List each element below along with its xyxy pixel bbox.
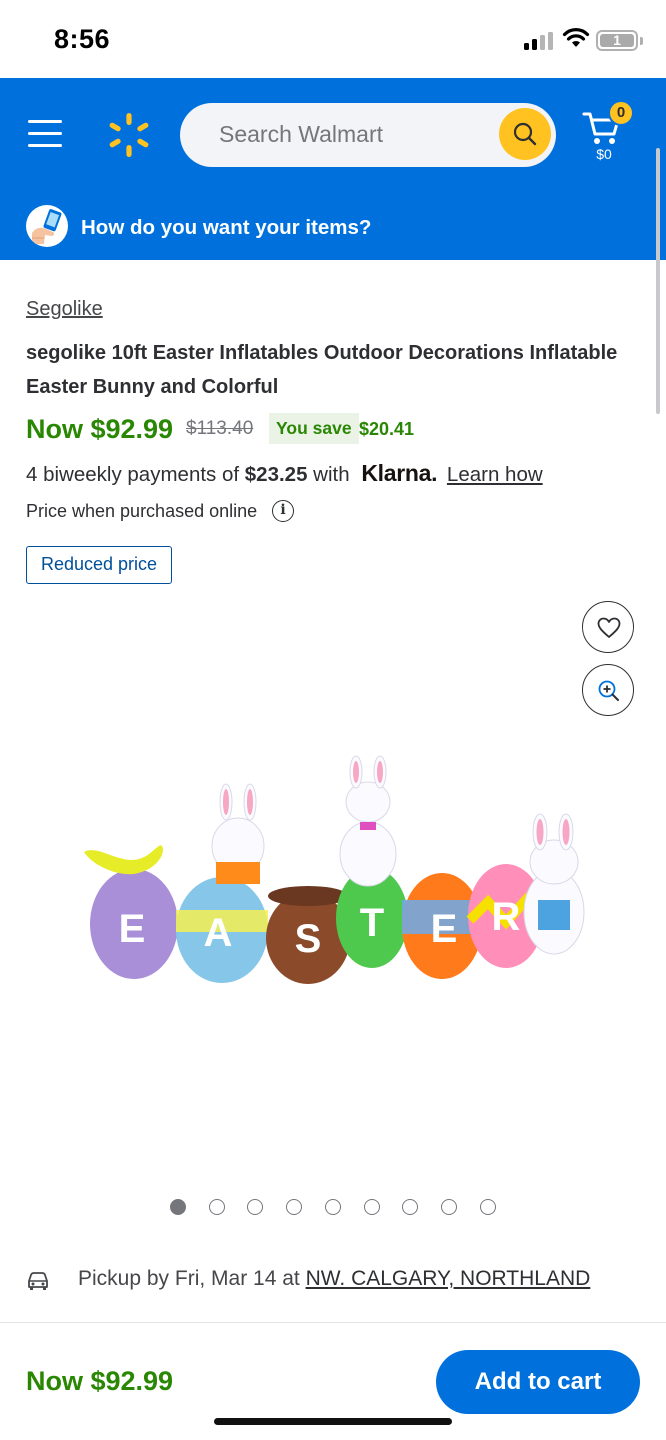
delivery-prompt: How do you want your items? — [81, 216, 372, 239]
battery-level: 1 — [613, 32, 621, 48]
cart-total: $0 — [596, 146, 612, 162]
carousel-dot[interactable] — [440, 1199, 457, 1215]
carousel-dot[interactable] — [402, 1199, 419, 1215]
footer-price: Now $92.99 — [26, 1366, 174, 1396]
klarna-logo: Klarna. — [361, 460, 438, 486]
wifi-icon — [562, 28, 590, 47]
klarna-payments: 4 biweekly payments of $23.25 with Klarn… — [26, 460, 543, 487]
favorite-button[interactable] — [582, 601, 634, 653]
carousel-dot[interactable] — [324, 1199, 341, 1215]
search-button[interactable] — [499, 108, 551, 160]
walmart-spark-logo[interactable] — [106, 112, 152, 158]
add-to-cart-button[interactable]: Add to cart — [436, 1350, 640, 1414]
carousel-dot[interactable] — [363, 1199, 380, 1215]
image-letter: E — [119, 907, 146, 951]
header: Search Walmart 0 $0 How do you want your… — [0, 78, 666, 260]
car-icon — [28, 1272, 48, 1290]
klarna-amount: $23.25 — [244, 463, 308, 486]
product-image[interactable]: E A S T E R — [76, 750, 586, 990]
battery-tip — [640, 37, 643, 45]
delivery-hand-icon — [26, 205, 68, 247]
info-icon[interactable]: i — [272, 500, 294, 522]
search-input[interactable]: Search Walmart — [180, 103, 556, 167]
image-letter: T — [360, 901, 384, 945]
was-price: $113.40 — [186, 418, 254, 439]
cart-count-badge: 0 — [608, 100, 634, 126]
carousel-dot[interactable] — [208, 1199, 225, 1215]
product-title: segolike 10ft Easter Inflatables Outdoor… — [26, 342, 618, 398]
zoom-button[interactable] — [582, 664, 634, 716]
scrollbar[interactable] — [656, 148, 660, 414]
search-placeholder: Search Walmart — [219, 121, 384, 147]
zoom-in-icon — [598, 680, 619, 701]
price-row: Now $92.99 $113.40 You save $20.41 — [26, 412, 646, 446]
status-time: 8:56 — [54, 24, 111, 54]
klarna-with: with — [307, 463, 356, 486]
image-letter: R — [492, 895, 521, 939]
home-indicator[interactable] — [214, 1418, 452, 1425]
image-letter: A — [204, 911, 233, 955]
divider — [0, 1322, 666, 1323]
image-letter: S — [295, 917, 322, 961]
image-carousel-dots — [170, 1199, 500, 1217]
carousel-dot[interactable] — [479, 1199, 496, 1215]
price-note: Price when purchased online — [26, 501, 258, 521]
learn-how-link[interactable]: Learn how — [447, 463, 543, 486]
cellular-signal-icon — [524, 32, 554, 50]
image-letter: E — [431, 907, 458, 951]
cart-button[interactable]: 0 $0 — [582, 100, 638, 166]
reduced-price-badge: Reduced price — [26, 546, 172, 584]
save-amount: $20.41 — [359, 419, 415, 439]
you-save-badge: You save — [269, 413, 359, 444]
delivery-options-bar[interactable]: How do you want your items? — [0, 183, 666, 260]
carousel-dot[interactable] — [170, 1199, 186, 1215]
menu-icon[interactable] — [28, 120, 62, 148]
pickup-store-link[interactable]: NW. CALGARY, NORTHLAND — [306, 1267, 591, 1290]
klarna-prefix: 4 biweekly payments of — [26, 463, 245, 486]
carousel-dot[interactable] — [286, 1199, 303, 1215]
pickup-prefix: Pickup by Fri, Mar 14 at — [78, 1267, 306, 1290]
brand-link[interactable]: Segolike — [26, 298, 103, 321]
carousel-dot[interactable] — [247, 1199, 264, 1215]
status-bar: 8:56 1 — [0, 0, 666, 78]
current-price: Now $92.99 — [26, 414, 174, 444]
search-icon — [513, 122, 537, 146]
heart-icon — [597, 617, 621, 638]
pickup-info: Pickup by Fri, Mar 14 at NW. CALGARY, NO… — [78, 1267, 590, 1291]
battery-icon: 1 — [596, 30, 638, 51]
